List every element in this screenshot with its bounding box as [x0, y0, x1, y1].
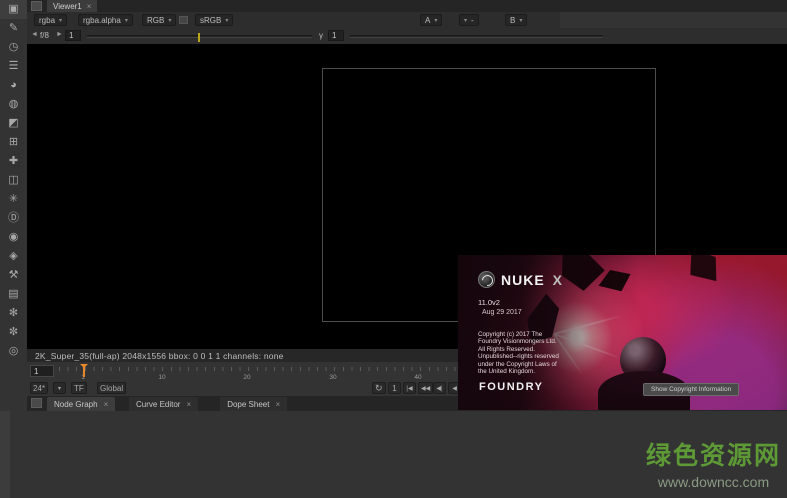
particles-icon[interactable]: ✳	[0, 190, 27, 209]
foundry-brand-text: FOUNDRY	[479, 381, 543, 393]
tab-label: Dope Sheet	[227, 400, 269, 409]
build-date-text: Aug 29 2017	[482, 309, 522, 316]
close-icon[interactable]: ×	[104, 400, 109, 409]
gain-value-field[interactable]: 1	[65, 30, 81, 41]
keyer-icon[interactable]: ◩	[0, 114, 27, 133]
prev-keyframe-button[interactable]: ◀◀	[418, 382, 433, 394]
nuke-window: ▣✎◷☰◕◍◩⊞✚◫✳Ⓓ◉◈⚒▤✻✼◎ Viewer1 × rgba ▾ rgb…	[0, 0, 787, 498]
fps-select[interactable]: 24*	[30, 382, 48, 394]
watermark-site-name: 绿色资源网	[646, 436, 781, 472]
image-icon[interactable]: ▣	[0, 0, 27, 19]
copyright-text: Copyright (c) 2017 The Foundry Visionmon…	[478, 331, 562, 375]
tab-label: Node Graph	[54, 400, 98, 409]
gain-next-button[interactable]: ►	[56, 31, 63, 38]
chevron-down-icon: ▾	[125, 17, 128, 24]
layer-select[interactable]: rgba.alpha ▾	[78, 14, 133, 26]
gain-slider-handle[interactable]	[198, 33, 200, 42]
buffer-b-value: B	[510, 16, 515, 25]
deep-icon[interactable]: Ⓓ	[0, 209, 27, 228]
gain-slider[interactable]	[87, 35, 312, 38]
merge-icon[interactable]: ⊞	[0, 133, 27, 152]
chevron-down-icon: ▾	[464, 17, 467, 24]
buffer-b-select[interactable]: B ▾	[505, 14, 527, 26]
time-icon[interactable]: ◷	[0, 38, 27, 57]
channels-select[interactable]: rgba ▾	[34, 14, 67, 26]
product-edition: X	[553, 272, 562, 288]
color-icon[interactable]: ◕	[0, 76, 27, 95]
tab-node-graph[interactable]: Node Graph ×	[47, 397, 115, 411]
viewer-tabbar: Viewer1 ×	[27, 0, 787, 12]
tab-dope-sheet[interactable]: Dope Sheet ×	[220, 397, 287, 411]
watermark-site-url: www.downcc.com	[646, 474, 781, 490]
nukex-logo: NUKE X	[478, 271, 562, 288]
viewer-toolbar-spacer	[560, 12, 787, 28]
metadata-icon[interactable]: ◈	[0, 247, 27, 266]
close-icon[interactable]: ×	[275, 400, 280, 409]
display-mode-select[interactable]: RGB ▾	[142, 14, 176, 26]
buffer-a-select[interactable]: A ▾	[420, 14, 442, 26]
range-mode-select[interactable]: TF	[71, 382, 87, 394]
ofx-icon[interactable]: ✻	[0, 304, 27, 323]
wipe-mode-select[interactable]: ▾ -	[459, 14, 479, 26]
channel-icon[interactable]: ☰	[0, 57, 27, 76]
tab-viewer1[interactable]: Viewer1 ×	[47, 0, 97, 12]
node-toolbar: ▣✎◷☰◕◍◩⊞✚◫✳Ⓓ◉◈⚒▤✻✼◎	[0, 0, 27, 362]
splash-screen: NUKE X 11.0v2 Aug 29 2017 Copyright (c) …	[458, 255, 787, 410]
gamma-value-field[interactable]: 1	[328, 30, 344, 41]
viewer-process-value: sRGB	[200, 16, 221, 25]
show-copyright-button[interactable]: Show Copyright Information	[643, 383, 739, 396]
wipe-mode-value: -	[471, 16, 474, 25]
loop-mode-button[interactable]: ↻	[372, 382, 386, 394]
draw-icon[interactable]: ✎	[0, 19, 27, 38]
goto-start-button[interactable]: |◀	[403, 382, 416, 394]
fps-dropdown-icon[interactable]: ▾	[53, 382, 66, 394]
filter-icon[interactable]: ◍	[0, 95, 27, 114]
debris-shape	[678, 255, 728, 290]
viewer-tab-label: Viewer1	[53, 2, 82, 11]
current-frame-field[interactable]: 1	[30, 365, 54, 377]
tab-label: Curve Editor	[136, 400, 180, 409]
step-back-button[interactable]: ◀|	[433, 382, 446, 394]
buffer-a-value: A	[425, 16, 430, 25]
chevron-down-icon: ▾	[59, 17, 62, 24]
layer-value: rgba.alpha	[83, 16, 121, 25]
viewer-toolbar: rgba ▾ rgba.alpha ▾ RGB ▾ sRGB ▾ A ▾ ▾ -…	[27, 12, 560, 28]
pane-menu-icon[interactable]	[31, 398, 42, 408]
foundry-orb-icon	[478, 271, 495, 288]
chevron-down-icon: ▾	[434, 17, 437, 24]
format-info-text: 2K_Super_35(full-ap) 2048x1556 bbox: 0 0…	[35, 351, 284, 361]
gamma-label: γ	[319, 31, 323, 40]
panel-left-edge	[0, 411, 10, 498]
product-name: NUKE	[501, 272, 545, 288]
gain-prev-button[interactable]: ◄	[31, 31, 38, 38]
gain-label: f/8	[40, 31, 49, 40]
pane-menu-icon[interactable]	[31, 1, 42, 11]
watermark: 绿色资源网 www.downcc.com	[646, 436, 781, 490]
3d-icon[interactable]: ◫	[0, 171, 27, 190]
tab-curve-editor[interactable]: Curve Editor ×	[129, 397, 198, 411]
chevron-down-icon: ▾	[519, 17, 522, 24]
views-icon[interactable]: ◉	[0, 228, 27, 247]
chevron-down-icon: ▾	[225, 17, 228, 24]
transform-icon[interactable]: ✚	[0, 152, 27, 171]
close-icon[interactable]: ×	[87, 2, 92, 11]
gamma-slider[interactable]	[350, 35, 603, 38]
version-text: 11.0v2	[478, 298, 500, 307]
frame-range-select[interactable]: Global	[97, 382, 126, 394]
plugins-icon[interactable]: ✼	[0, 323, 27, 342]
other-icon[interactable]: ▤	[0, 285, 27, 304]
help-icon[interactable]: ◎	[0, 342, 27, 361]
viewer-process-select[interactable]: sRGB ▾	[195, 14, 233, 26]
playhead[interactable]	[83, 364, 85, 377]
frame-step-field[interactable]: 1	[388, 382, 401, 394]
display-mode-value: RGB	[147, 16, 164, 25]
viewer-exposure-bar: ◄ f/8 ► 1 γ 1	[27, 28, 787, 44]
toolsets-icon[interactable]: ⚒	[0, 266, 27, 285]
gamma-toggle-icon[interactable]	[179, 16, 188, 24]
chevron-down-icon: ▾	[168, 17, 171, 24]
close-icon[interactable]: ×	[186, 400, 191, 409]
channels-value: rgba	[39, 16, 55, 25]
